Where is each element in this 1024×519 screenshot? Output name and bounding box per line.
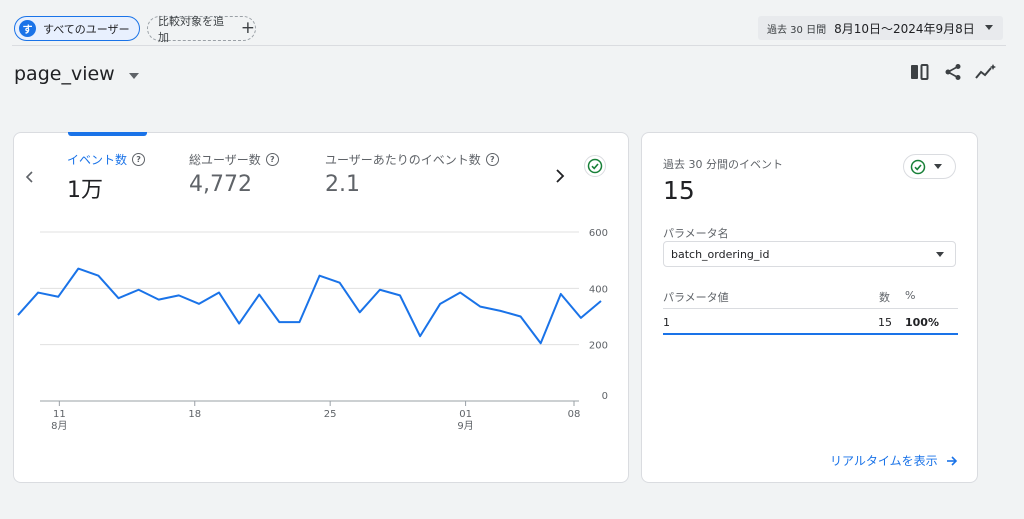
date-range-picker[interactable]: 過去 30 日間 8月10日～2024年9月8日 — [758, 16, 1003, 40]
top-bar: す すべてのユーザー 比較対象を追加 + 過去 30 日間 8月10日～2024… — [0, 0, 1024, 46]
realtime-check-dropdown[interactable] — [903, 154, 956, 179]
plus-icon: + — [240, 18, 255, 38]
series-line-event-count[interactable] — [17, 267, 602, 345]
segment-avatar: す — [19, 20, 36, 37]
insights-icon[interactable] — [974, 60, 998, 84]
x-tick-label: 01 — [459, 409, 472, 420]
check-circle-icon — [910, 159, 926, 174]
date-period-label: 過去 30 日間 — [767, 24, 827, 36]
x-tick-label: 11 — [53, 409, 66, 420]
col-header-param-value: パラメータ値 — [663, 291, 729, 304]
chevron-down-icon — [128, 72, 139, 79]
divider — [12, 45, 1006, 46]
table-header: パラメータ値 数 % — [663, 289, 958, 309]
col-header-count[interactable]: 数 — [879, 289, 890, 305]
y-tick-label: 400 — [589, 284, 608, 295]
param-name-select[interactable]: batch_ordering_id — [663, 241, 956, 267]
y-tick-label: 200 — [589, 341, 608, 352]
chevron-down-icon — [934, 164, 942, 169]
page-title: page_view — [14, 63, 115, 85]
param-selected-value: batch_ordering_id — [671, 247, 770, 261]
add-comparison-button[interactable]: 比較対象を追加 + — [147, 15, 256, 44]
segment-chip-all-users[interactable]: す すべてのユーザー — [14, 16, 140, 41]
realtime-title: 過去 30 分間のイベント — [663, 158, 783, 171]
arrow-right-icon — [946, 455, 957, 466]
cell-count: 15 — [878, 316, 892, 329]
param-name-label: パラメータ名 — [663, 227, 729, 240]
date-range-label: 8月10日～2024年9月8日 — [834, 21, 975, 36]
realtime-value: 15 — [663, 176, 695, 205]
table-row[interactable]: 1 15 100% — [663, 313, 958, 335]
chevron-down-icon — [936, 252, 944, 257]
y-tick-label: 0 — [602, 391, 608, 402]
event-count-card: イベント数 ? 1万 総ユーザー数 ? 4,772 ユーザーあたりのイベント数 … — [13, 132, 629, 483]
event-count-line-chart: 600 400 200 0 118月 18 25 019月 08 — [17, 228, 608, 432]
compare-columns-icon[interactable] — [908, 60, 932, 84]
x-tick-month-label: 9月 — [457, 420, 473, 432]
cell-param-value: 1 — [663, 316, 670, 329]
segment-label: すべてのユーザー — [43, 22, 130, 36]
x-tick-label: 25 — [324, 409, 337, 420]
x-tick-label: 08 — [568, 409, 581, 420]
realtime-card: 過去 30 分間のイベント 15 パラメータ名 batch_ordering_i… — [641, 132, 978, 483]
title-actions — [908, 60, 998, 84]
x-tick-label: 18 — [188, 409, 201, 420]
view-realtime-link[interactable]: リアルタイムを表示 — [830, 452, 958, 469]
y-tick-label: 600 — [589, 228, 608, 239]
chevron-down-icon — [985, 25, 993, 30]
x-tick-month-label: 8月 — [51, 420, 67, 432]
share-icon[interactable] — [941, 60, 965, 84]
col-header-percent: % — [905, 289, 916, 302]
add-comparison-label: 比較対象を追加 — [158, 14, 224, 44]
page-title-dropdown[interactable]: page_view — [14, 63, 139, 85]
view-realtime-label: リアルタイムを表示 — [830, 454, 938, 468]
cell-percent: 100% — [905, 316, 939, 329]
